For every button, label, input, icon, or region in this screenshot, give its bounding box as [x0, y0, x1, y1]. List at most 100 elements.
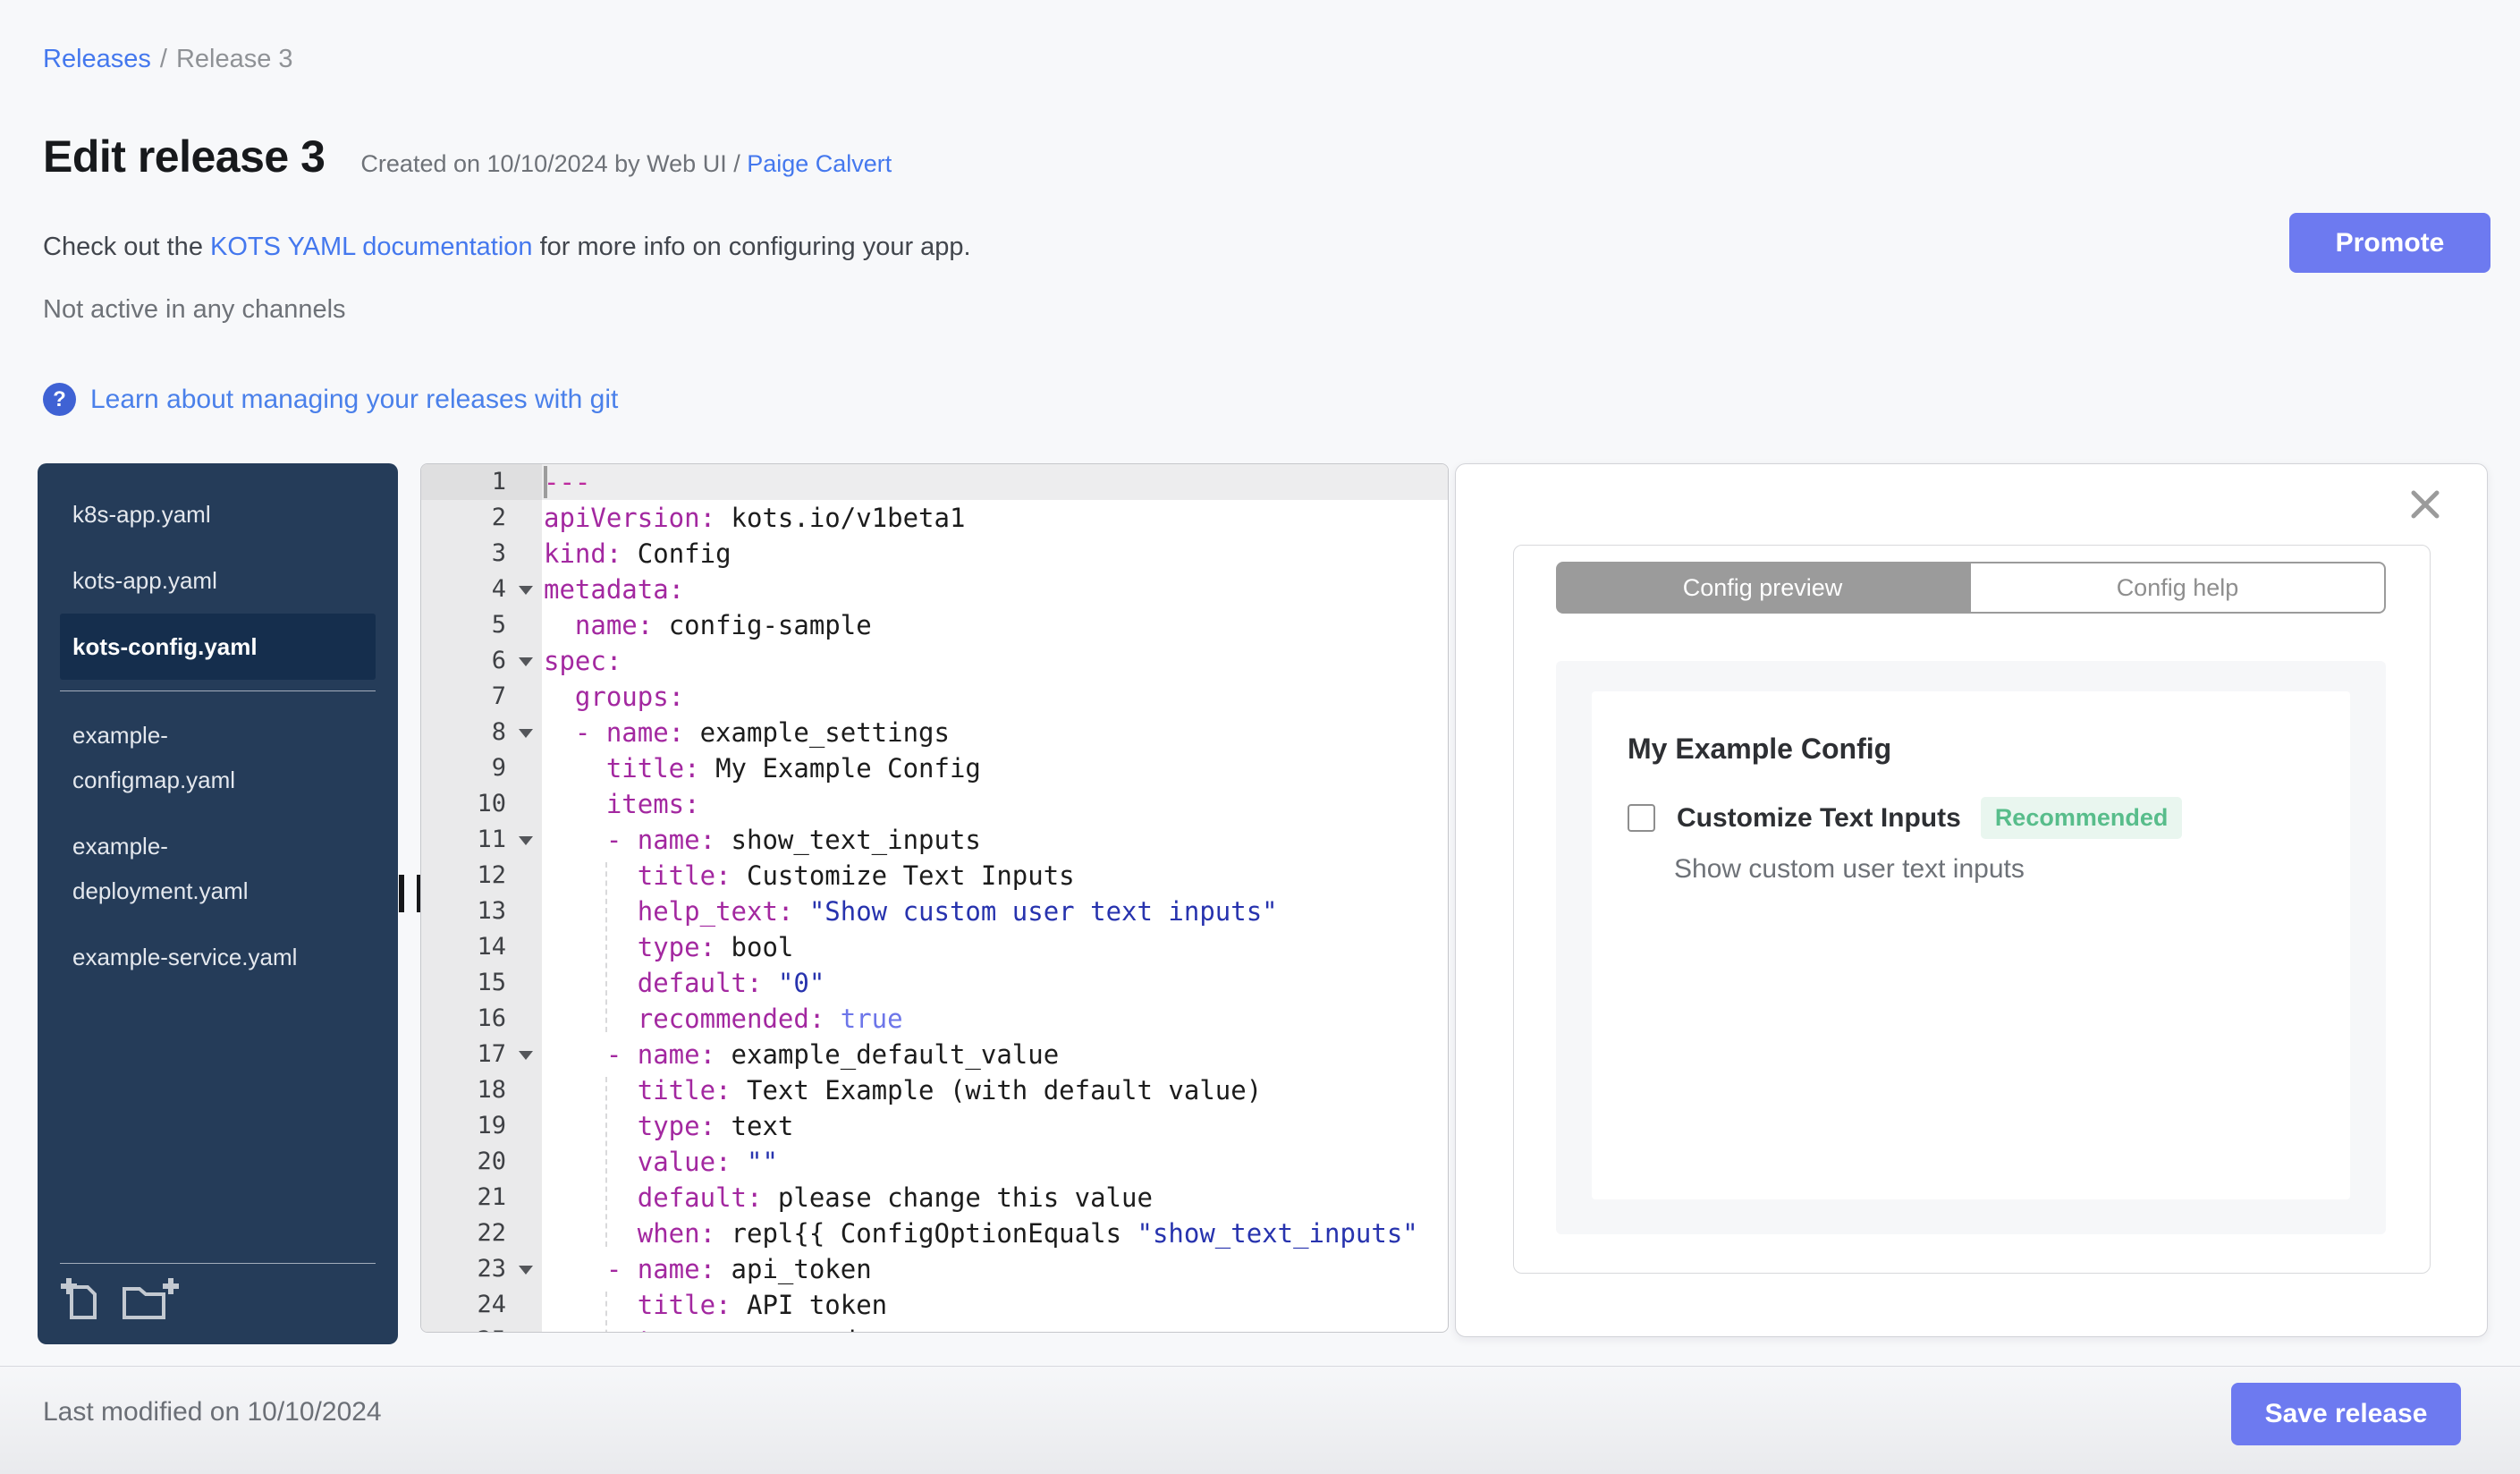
code-text[interactable]: recommended: true: [542, 1001, 1448, 1037]
line-number: 9: [421, 750, 542, 786]
code-text[interactable]: ---: [542, 464, 1448, 500]
line-number: 8: [421, 715, 542, 750]
footer-bar: Last modified on 10/10/2024 Save release: [0, 1366, 2520, 1474]
fold-arrow-icon[interactable]: [519, 1266, 533, 1275]
code-line-13: 13 help_text: "Show custom user text inp…: [421, 894, 1448, 929]
code-line-20: 20 value: "": [421, 1144, 1448, 1180]
code-line-6: 6 spec:: [421, 643, 1448, 679]
line-number: 24: [421, 1287, 542, 1323]
file-item-kots-config.yaml[interactable]: kots-config.yaml: [60, 614, 376, 680]
code-text[interactable]: - name: example_settings: [542, 715, 1448, 750]
fold-arrow-icon[interactable]: [519, 1051, 533, 1060]
line-number: 18: [421, 1072, 542, 1108]
fold-arrow-icon[interactable]: [519, 586, 533, 595]
code-text[interactable]: when: repl{{ ConfigOptionEquals "show_te…: [542, 1216, 1448, 1251]
close-icon[interactable]: [2408, 487, 2442, 526]
code-text[interactable]: kind: Config: [542, 536, 1448, 572]
config-item-row: Customize Text Inputs Recommended: [1628, 797, 2183, 839]
line-number: 5: [421, 607, 542, 643]
text-cursor: [544, 466, 547, 498]
file-item-example-deployment.yaml[interactable]: example-deployment.yaml: [60, 813, 322, 924]
question-mark-icon: ?: [43, 383, 76, 416]
code-line-16: 16 recommended: true: [421, 1001, 1448, 1037]
breadcrumb-releases-link[interactable]: Releases: [43, 45, 151, 73]
code-text[interactable]: value: "": [542, 1144, 1448, 1180]
file-sidebar: k8s-app.yaml kots-app.yaml kots-config.yam…: [38, 463, 398, 1344]
code-line-4: 4 metadata:: [421, 572, 1448, 607]
code-text[interactable]: apiVersion: kots.io/v1beta1: [542, 500, 1448, 536]
git-releases-link[interactable]: Learn about managing your releases with …: [90, 385, 618, 415]
code-line-23: 23 - name: api_token: [421, 1251, 1448, 1287]
fold-arrow-icon[interactable]: [519, 729, 533, 738]
sidebar-resize-handle[interactable]: [399, 875, 422, 912]
code-text[interactable]: - name: api_token: [542, 1251, 1448, 1287]
code-line-9: 9 title: My Example Config: [421, 750, 1448, 786]
page-title: Edit release 3: [43, 131, 326, 182]
code-line-25: 25 type: password: [421, 1323, 1448, 1332]
tab-config-preview[interactable]: Config preview: [1556, 562, 1969, 614]
yaml-editor[interactable]: 1 --- 2 apiVersion: kots.io/v1beta1 3 kind: C…: [420, 463, 1449, 1333]
file-item-k8s-app.yaml[interactable]: k8s-app.yaml: [60, 481, 322, 547]
file-item-example-service.yaml[interactable]: example-service.yaml: [60, 924, 322, 990]
code-text[interactable]: default: "0": [542, 965, 1448, 1001]
file-item-example-configmap.yaml[interactable]: example-configmap.yaml: [60, 702, 322, 813]
code-text[interactable]: - name: show_text_inputs: [542, 822, 1448, 858]
doc-prefix: Check out the: [43, 233, 210, 261]
code-text[interactable]: title: My Example Config: [542, 750, 1448, 786]
code-line-21: 21 default: please change this value: [421, 1180, 1448, 1216]
code-text[interactable]: items:: [542, 786, 1448, 822]
line-number: 4: [421, 572, 542, 607]
preview-content-area: My Example Config Customize Text Inputs …: [1556, 661, 2386, 1234]
line-number: 2: [421, 500, 542, 536]
promote-button[interactable]: Promote: [2289, 213, 2490, 273]
file-item-kots-app.yaml[interactable]: kots-app.yaml: [60, 547, 322, 614]
recommended-badge: Recommended: [1980, 797, 2183, 839]
edit-release-page: Releases / Release 3 Edit release 3 Create…: [0, 0, 2520, 1474]
created-info: Created on 10/10/2024 by Web UI / Paige …: [360, 150, 892, 178]
line-number: 7: [421, 679, 542, 715]
code-text[interactable]: type: text: [542, 1108, 1448, 1144]
file-list-top: k8s-app.yaml kots-app.yaml kots-config.yam…: [60, 481, 376, 680]
fold-arrow-icon[interactable]: [519, 657, 533, 666]
code-text[interactable]: title: Customize Text Inputs: [542, 858, 1448, 894]
new-folder-icon[interactable]: [121, 1276, 180, 1323]
code-text[interactable]: type: password: [542, 1323, 1448, 1332]
line-number: 19: [421, 1108, 542, 1144]
code-text[interactable]: groups:: [542, 679, 1448, 715]
file-list-divider: [60, 690, 376, 691]
line-number: 12: [421, 858, 542, 894]
code-line-1: 1 ---: [421, 464, 1448, 500]
code-line-18: 18 title: Text Example (with default val…: [421, 1072, 1448, 1108]
breadcrumb-separator: /: [159, 45, 167, 73]
git-help-row: ? Learn about managing your releases wit…: [43, 383, 618, 416]
title-row: Edit release 3 Created on 10/10/2024 by …: [43, 131, 892, 182]
code-text[interactable]: spec:: [542, 643, 1448, 679]
save-release-button[interactable]: Save release: [2231, 1383, 2461, 1445]
code-text[interactable]: - name: example_default_value: [542, 1037, 1448, 1072]
config-item-label: Customize Text Inputs: [1677, 802, 1961, 833]
line-number: 17: [421, 1037, 542, 1072]
customize-text-inputs-checkbox[interactable]: [1628, 804, 1655, 832]
code-text[interactable]: name: config-sample: [542, 607, 1448, 643]
author-link[interactable]: Paige Calvert: [747, 150, 892, 177]
file-list-bottom: example-configmap.yaml example-deployment…: [60, 702, 376, 990]
last-modified-text: Last modified on 10/10/2024: [43, 1397, 382, 1427]
code-text[interactable]: help_text: "Show custom user text inputs…: [542, 894, 1448, 929]
editor-rows: 1 --- 2 apiVersion: kots.io/v1beta1 3 kind: C…: [421, 464, 1448, 1332]
kots-yaml-doc-link[interactable]: KOTS YAML documentation: [210, 233, 533, 261]
code-text[interactable]: default: please change this value: [542, 1180, 1448, 1216]
line-number: 6: [421, 643, 542, 679]
new-file-icon[interactable]: [60, 1276, 101, 1323]
code-text[interactable]: type: bool: [542, 929, 1448, 965]
code-text[interactable]: metadata:: [542, 572, 1448, 607]
fold-arrow-icon[interactable]: [519, 836, 533, 845]
tab-config-help[interactable]: Config help: [1969, 562, 2386, 614]
line-number: 23: [421, 1251, 542, 1287]
line-number: 20: [421, 1144, 542, 1180]
doc-line: Check out the KOTS YAML documentation fo…: [43, 233, 971, 262]
code-text[interactable]: title: Text Example (with default value): [542, 1072, 1448, 1108]
breadcrumb: Releases / Release 3: [43, 45, 293, 74]
code-line-8: 8 - name: example_settings: [421, 715, 1448, 750]
code-text[interactable]: title: API token: [542, 1287, 1448, 1323]
line-number: 22: [421, 1216, 542, 1251]
